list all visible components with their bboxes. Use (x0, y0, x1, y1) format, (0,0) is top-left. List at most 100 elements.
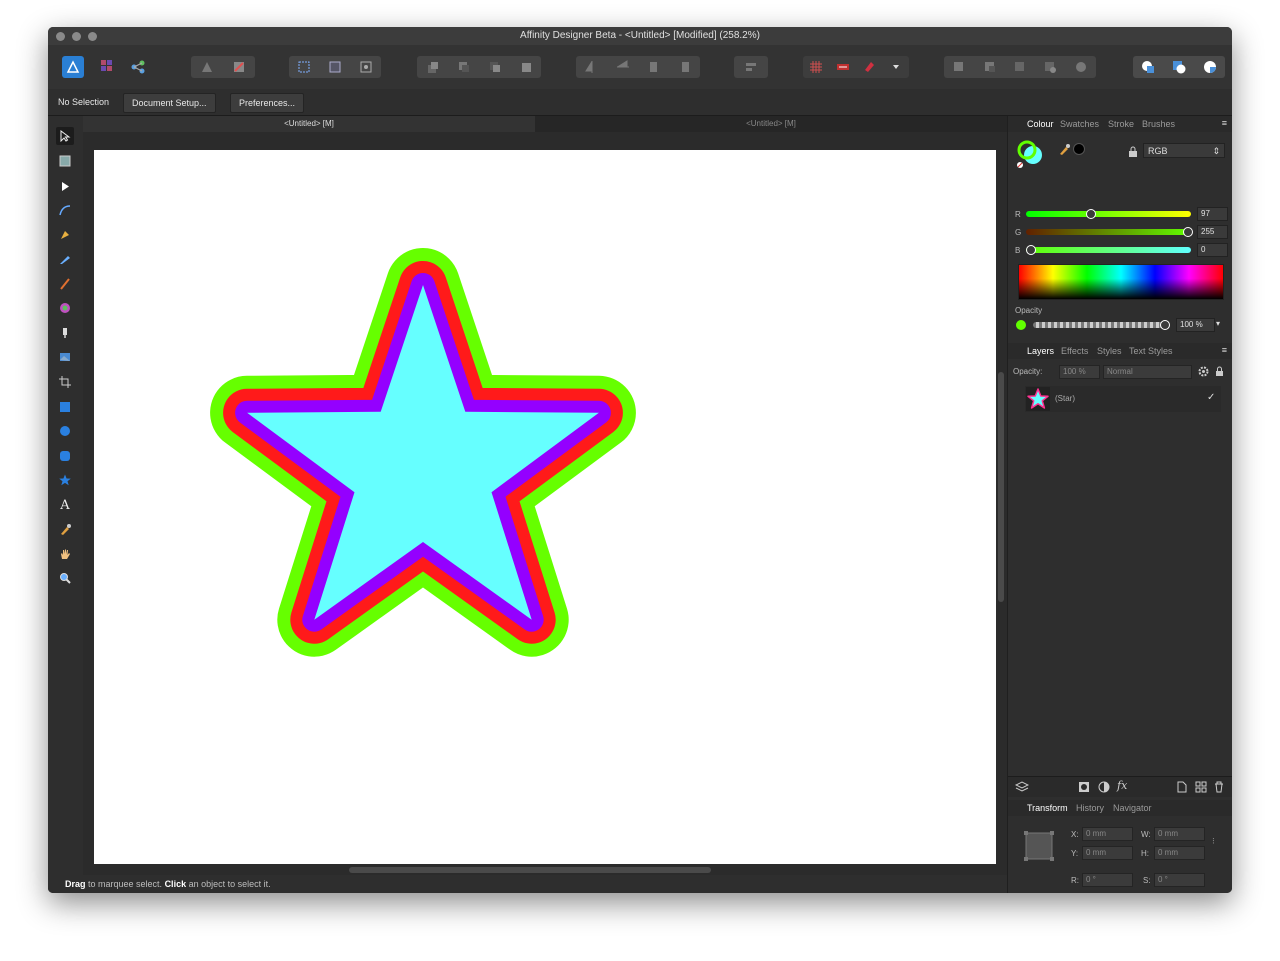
h-field[interactable]: 0 mm (1154, 846, 1205, 860)
preferences-button[interactable]: Preferences... (230, 93, 305, 113)
black-swatch[interactable] (1073, 143, 1085, 155)
pencil-tool-icon[interactable] (56, 250, 74, 268)
ellipse-tool-icon[interactable] (56, 422, 74, 440)
node-tool-icon[interactable] (56, 177, 74, 195)
grid-icon[interactable] (808, 59, 824, 75)
opacity-slider-knob[interactable] (1160, 320, 1170, 330)
layer-opacity-field[interactable]: 100 % (1059, 365, 1100, 379)
layer-visibility-check[interactable]: ✓ (1207, 392, 1215, 403)
green-slider[interactable] (1026, 227, 1193, 237)
fx-icon[interactable]: fx (1117, 779, 1127, 792)
snapping-magnet-icon[interactable] (861, 59, 877, 75)
tab-text-styles[interactable]: Text Styles (1129, 346, 1173, 356)
place-image-tool-icon[interactable] (56, 348, 74, 366)
anchor-selector[interactable] (1023, 830, 1055, 862)
tab-effects[interactable]: Effects (1061, 346, 1088, 356)
green-slider-knob[interactable] (1183, 227, 1193, 237)
document-tab[interactable]: <Untitled> [M] (535, 116, 1007, 132)
adjustment-icon[interactable] (1098, 781, 1110, 796)
x-field[interactable]: 0 mm (1082, 827, 1133, 841)
fill-stroke-swatch[interactable] (1017, 140, 1042, 168)
move-back-one-icon[interactable] (456, 59, 472, 75)
subtract-shape-icon[interactable] (1171, 59, 1187, 75)
point-transform-tool-icon[interactable] (56, 201, 74, 219)
y-field[interactable]: 0 mm (1082, 846, 1133, 860)
shear-field[interactable]: 0 ° (1154, 873, 1205, 887)
red-slider[interactable] (1026, 209, 1191, 219)
zoom-tool-icon[interactable] (56, 569, 74, 587)
opacity-value-field[interactable]: 100 % (1176, 318, 1215, 332)
lock-icon[interactable] (1215, 366, 1224, 380)
link-icon[interactable]: ⁝ (1212, 836, 1215, 847)
artboard[interactable] (94, 150, 996, 864)
tab-styles[interactable]: Styles (1097, 346, 1122, 356)
select-geometry-icon[interactable] (327, 59, 343, 75)
lock-icon[interactable] (1128, 146, 1138, 161)
canvas-area[interactable] (83, 132, 1007, 893)
w-field[interactable]: 0 mm (1154, 827, 1205, 841)
flip-horizontal-icon[interactable] (584, 59, 600, 75)
layers-stack-icon[interactable] (1014, 781, 1030, 796)
rotate-left-icon[interactable] (646, 59, 662, 75)
red-slider-knob[interactable] (1085, 209, 1096, 219)
move-forward-one-icon[interactable] (487, 59, 503, 75)
group-icon[interactable] (1195, 781, 1207, 796)
vertical-scrollbar[interactable] (998, 372, 1004, 602)
align-icon[interactable] (743, 59, 759, 75)
tab-swatches[interactable]: Swatches (1060, 119, 1099, 129)
rotation-field[interactable]: 0 ° (1082, 873, 1133, 887)
blue-slider-knob[interactable] (1026, 245, 1036, 255)
pen-tool-icon[interactable] (56, 226, 74, 244)
transparency-tool-icon[interactable] (56, 324, 74, 342)
blend-mode-select[interactable]: Normal (1103, 365, 1192, 379)
tab-brushes[interactable]: Brushes (1142, 119, 1175, 129)
crop-tool-icon[interactable] (56, 373, 74, 391)
artboard-tool-icon[interactable] (56, 152, 74, 170)
flip-vertical-icon[interactable] (615, 59, 631, 75)
document-setup-button[interactable]: Document Setup... (123, 93, 216, 113)
tab-transform[interactable]: Transform (1027, 803, 1068, 813)
fill-tool-icon[interactable] (56, 299, 74, 317)
chevron-down-icon[interactable] (888, 59, 904, 75)
rotate-right-icon[interactable] (677, 59, 693, 75)
horizontal-scrollbar[interactable] (349, 867, 711, 873)
pixel-snap-icon[interactable] (835, 59, 851, 75)
vector-brush-tool-icon[interactable] (56, 275, 74, 293)
move-tool-icon[interactable] (56, 127, 74, 145)
star-shape[interactable] (94, 150, 996, 864)
panel-menu-icon[interactable]: ≡ (1222, 345, 1227, 355)
tab-layers[interactable]: Layers (1027, 346, 1054, 356)
blue-slider[interactable] (1026, 245, 1191, 255)
intersect-icon[interactable] (1042, 59, 1058, 75)
intersect-shape-icon[interactable] (1202, 59, 1218, 75)
insert-inside-icon[interactable] (951, 59, 967, 75)
subtract-icon[interactable] (1012, 59, 1028, 75)
add-shape-icon[interactable] (1140, 59, 1156, 75)
move-to-front-icon[interactable] (518, 59, 534, 75)
colour-model-select[interactable]: RGB ⇕ (1143, 143, 1225, 158)
tab-stroke[interactable]: Stroke (1108, 119, 1134, 129)
blue-value-field[interactable]: 0 (1197, 243, 1228, 257)
rectangle-tool-icon[interactable] (56, 398, 74, 416)
designer-persona-icon[interactable] (62, 56, 84, 78)
divide-icon[interactable] (1073, 59, 1089, 75)
add-layer-icon[interactable] (1177, 781, 1187, 796)
transform-origin-icon[interactable] (358, 59, 374, 75)
pixel-persona-icon[interactable] (100, 59, 116, 75)
chevron-down-icon[interactable]: ▾ (1216, 319, 1220, 328)
artistic-text-tool-icon[interactable]: A (56, 496, 74, 514)
eyedropper-icon[interactable] (1058, 142, 1072, 159)
assistant-icon[interactable] (199, 59, 215, 75)
tab-navigator[interactable]: Navigator (1113, 803, 1152, 813)
hand-tool-icon[interactable] (56, 545, 74, 563)
select-bounds-icon[interactable] (296, 59, 312, 75)
layer-row[interactable]: (Star) ✓ (1025, 386, 1221, 412)
trash-icon[interactable] (1214, 781, 1224, 796)
move-to-back-icon[interactable] (425, 59, 441, 75)
mask-icon[interactable] (1078, 781, 1090, 796)
gear-icon[interactable] (1198, 366, 1209, 380)
tab-colour[interactable]: Colour (1027, 119, 1054, 129)
green-value-field[interactable]: 255 (1197, 225, 1228, 239)
colour-picker-tool-icon[interactable] (56, 520, 74, 538)
tab-history[interactable]: History (1076, 803, 1104, 813)
